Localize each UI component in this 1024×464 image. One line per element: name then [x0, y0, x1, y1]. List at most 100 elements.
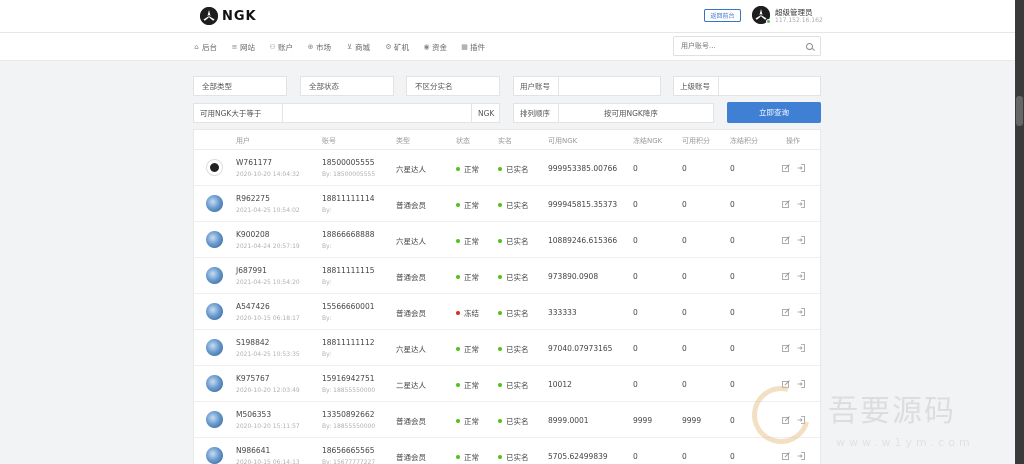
frozen-points: 0 — [730, 380, 735, 389]
user-search-input[interactable] — [674, 37, 794, 55]
status-badge: 正常 — [456, 452, 479, 463]
table-row: R962275 2021-04-25 10:54:02 18811111114 By:… — [194, 186, 820, 222]
frozen-ngk: 9999 — [633, 416, 653, 425]
realname-text: 已实名 — [506, 381, 529, 390]
ngk-logo-icon — [200, 7, 218, 25]
available-points: 0 — [682, 344, 687, 353]
status-dot — [456, 239, 460, 243]
edit-icon[interactable] — [782, 344, 790, 352]
scrollbar-thumb[interactable] — [1016, 96, 1023, 126]
nav-item-dashboard[interactable]: ⌂ 后台 — [193, 42, 217, 53]
user-phone: 18811111115 — [322, 266, 375, 275]
available-points: 0 — [682, 236, 687, 245]
status-dot — [456, 167, 460, 171]
sort-label: 排列顺序 — [513, 103, 559, 123]
users-icon: ⚇ — [269, 43, 276, 51]
list-icon: ≡ — [231, 43, 238, 51]
realname-text: 已实名 — [506, 165, 529, 174]
status-badge: 冻结 — [456, 308, 479, 319]
login-as-user-icon[interactable] — [797, 344, 805, 352]
scrollbar-track[interactable] — [1015, 0, 1024, 464]
logo-text: NGK — [222, 8, 257, 24]
realname-badge: 已实名 — [498, 200, 529, 211]
status-dot — [456, 383, 460, 387]
user-avatar — [206, 411, 223, 428]
nav-label: 商城 — [355, 43, 370, 52]
realname-dot — [498, 203, 502, 207]
register-time: 2020-10-20 14:04:32 — [236, 171, 300, 178]
login-as-user-icon[interactable] — [797, 164, 805, 172]
frozen-ngk: 0 — [633, 272, 638, 281]
col-frozen-ngk: 冻结NGK — [633, 137, 663, 145]
edit-icon[interactable] — [782, 272, 790, 280]
register-time: 2020-10-15 06:18:17 — [236, 315, 300, 322]
nav-item-website[interactable]: ≡ 网站 — [231, 42, 255, 53]
available-ngk: 5705.62499839 — [548, 452, 608, 461]
realname-text: 已实名 — [506, 201, 529, 210]
user-type: 六星达人 — [396, 345, 426, 354]
back-to-frontend-button[interactable]: 返回前台 — [704, 9, 741, 22]
search-icon[interactable] — [806, 43, 813, 50]
user-type: 普通会员 — [396, 201, 426, 210]
login-as-user-icon[interactable] — [797, 272, 805, 280]
user-id: K975767 — [236, 374, 270, 383]
status-badge: 正常 — [456, 344, 479, 355]
login-as-user-icon[interactable] — [797, 308, 805, 316]
edit-icon[interactable] — [782, 200, 790, 208]
user-id: J687991 — [236, 266, 267, 275]
login-as-user-icon[interactable] — [797, 236, 805, 244]
table-row: K975767 2020-10-20 12:03:49 15916942751 By:… — [194, 366, 820, 402]
available-ngk: 10012 — [548, 380, 572, 389]
user-account-input[interactable] — [558, 76, 661, 96]
edit-icon[interactable] — [782, 164, 790, 172]
query-button[interactable]: 立即查询 — [727, 102, 821, 123]
user-id: A547426 — [236, 302, 270, 311]
frozen-points: 0 — [730, 308, 735, 317]
user-search — [673, 36, 821, 56]
referrer: By: 15677777227 — [322, 459, 376, 464]
status-select[interactable]: 全部状态 — [300, 76, 394, 96]
frozen-points: 0 — [730, 200, 735, 209]
available-points: 0 — [682, 380, 687, 389]
status-dot — [456, 347, 460, 351]
nav-item-mall[interactable]: ⊻ 商城 — [346, 42, 370, 53]
ngk-gte-input[interactable] — [282, 103, 472, 123]
realname-text: 已实名 — [506, 309, 529, 318]
table-row: M506353 2020-10-20 15:11:57 13350892662 By:… — [194, 402, 820, 438]
user-table: 用户 账号 类型 状态 实名 可用NGK 冻结NGK 可用积分 冻结积分 操作 … — [193, 129, 821, 464]
type-select[interactable]: 全部类型 — [193, 76, 287, 96]
col-account: 账号 — [322, 137, 336, 145]
user-phone: 15566660001 — [322, 302, 375, 311]
status-text: 正常 — [464, 273, 479, 282]
edit-icon[interactable] — [782, 236, 790, 244]
sort-select[interactable]: 按可用NGK降序 — [558, 103, 714, 123]
realname-text: 已实名 — [506, 345, 529, 354]
referrer: By: — [322, 279, 332, 286]
user-id: W761177 — [236, 158, 273, 167]
realname-dot — [498, 167, 502, 171]
realname-select[interactable]: 不区分实名 — [406, 76, 500, 96]
edit-icon[interactable] — [782, 308, 790, 316]
nav-item-plugins[interactable]: ▦ 插件 — [461, 42, 485, 53]
nav-item-market[interactable]: ⊕ 市场 — [307, 42, 331, 53]
frozen-ngk: 0 — [633, 380, 638, 389]
nav-item-mining[interactable]: ⚙ 矿机 — [385, 42, 409, 53]
referrer: By: — [322, 243, 332, 250]
parent-account-input[interactable] — [718, 76, 821, 96]
user-id: R962275 — [236, 194, 270, 203]
status-badge: 正常 — [456, 272, 479, 283]
register-time: 2021-04-25 10:53:35 — [236, 351, 300, 358]
register-time: 2020-10-20 12:03:49 — [236, 387, 300, 394]
register-time: 2020-10-15 06:14:13 — [236, 459, 300, 464]
online-status-dot — [766, 19, 771, 24]
realname-badge: 已实名 — [498, 344, 529, 355]
logo[interactable]: NGK — [200, 6, 257, 26]
watermark-text: 吾要源码 — [828, 394, 956, 429]
login-as-user-icon[interactable] — [797, 200, 805, 208]
user-type: 普通会员 — [396, 453, 426, 462]
nav-item-funds[interactable]: ◉ 资金 — [423, 42, 447, 53]
realname-badge: 已实名 — [498, 416, 529, 427]
nav-item-accounts[interactable]: ⚇ 账户 — [269, 42, 293, 53]
table-header: 用户 账号 类型 状态 实名 可用NGK 冻结NGK 可用积分 冻结积分 操作 — [194, 130, 820, 150]
user-type: 六星达人 — [396, 237, 426, 246]
